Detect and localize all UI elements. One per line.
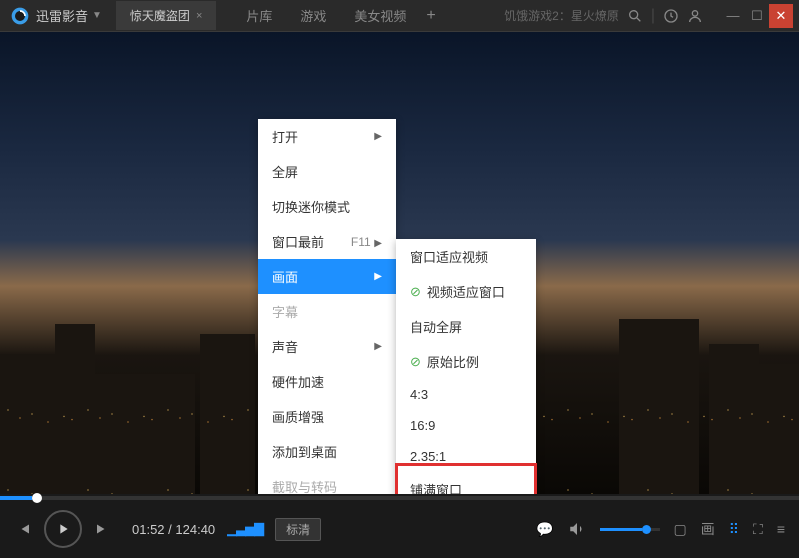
submenu-fitwindow[interactable]: ⊘视频适应窗口 [396, 274, 536, 309]
next-button[interactable] [94, 520, 112, 538]
chevron-right-icon: ▶ [374, 131, 382, 142]
play-button[interactable] [44, 510, 82, 548]
grid-icon[interactable]: ⠿ [729, 521, 739, 538]
menu-fullscreen[interactable]: 全屏 [258, 154, 396, 189]
screenshot-icon[interactable]: ▢ [674, 521, 687, 538]
chevron-right-icon: ▶ [374, 341, 382, 352]
nav-games[interactable]: 游戏 [300, 6, 326, 25]
app-dropdown-icon: ▼ [92, 10, 102, 21]
video-tab[interactable]: 惊天魔盗团 × [116, 1, 216, 30]
search-area: 饥饿游戏2：星火燎原 | — ☐ ✕ [504, 4, 799, 28]
menu-capture[interactable]: 截取与转码 [258, 469, 396, 494]
menu-picture[interactable]: 画面▶ [258, 259, 396, 294]
history-icon[interactable] [663, 8, 679, 24]
submenu-235[interactable]: 2.35:1 [396, 441, 536, 472]
submenu-169[interactable]: 16:9 [396, 410, 536, 441]
menu-enhance[interactable]: 画质增强 [258, 399, 396, 434]
menu-alwaystop[interactable]: 窗口最前F11 ▶ [258, 224, 396, 259]
tab-title: 惊天魔盗团 [130, 7, 190, 24]
check-icon: ⊘ [410, 284, 421, 300]
window-controls: — ☐ ✕ [721, 4, 793, 28]
prev-button[interactable] [14, 520, 32, 538]
volume-thumb[interactable] [642, 525, 651, 534]
maximize-button[interactable]: ☐ [745, 4, 769, 28]
titlebar: 迅雷影音 ▼ 惊天魔盗团 × 片库 游戏 美女视频 + 饥饿游戏2：星火燎原 |… [0, 0, 799, 32]
menu-subtitle[interactable]: 字幕 [258, 294, 396, 329]
quality-badge[interactable]: 标清 [275, 518, 321, 541]
progress-thumb[interactable] [32, 493, 42, 503]
submenu-origratio[interactable]: ⊘原始比例 [396, 344, 536, 379]
menu-audio[interactable]: 声音▶ [258, 329, 396, 364]
nav-links: 片库 游戏 美女视频 [246, 6, 406, 25]
fullscreen-icon[interactable]: ⛶ [753, 521, 763, 538]
player-controls: 01:52 / 124:40 ▁▃▅▇ 标清 💬 ▢ 画 ⠿ ⛶ ≡ [0, 494, 799, 558]
tab-close-icon[interactable]: × [196, 10, 202, 22]
chevron-right-icon: ▶ [374, 271, 382, 282]
submenu-fillwindow[interactable]: 铺满窗口 [396, 472, 536, 494]
nav-add-icon[interactable]: + [426, 7, 435, 25]
menu-hwaccel[interactable]: 硬件加速 [258, 364, 396, 399]
menu-adddesktop[interactable]: 添加到桌面 [258, 434, 396, 469]
user-icon[interactable] [687, 8, 703, 24]
progress-bar[interactable] [0, 496, 799, 500]
submenu-43[interactable]: 4:3 [396, 379, 536, 410]
playlist-icon[interactable]: ≡ [777, 521, 785, 537]
menu-minimode[interactable]: 切换迷你模式 [258, 189, 396, 224]
close-button[interactable]: ✕ [769, 4, 793, 28]
nav-library[interactable]: 片库 [246, 6, 272, 25]
search-placeholder[interactable]: 饥饿游戏2：星火燎原 [504, 7, 619, 24]
menu-open[interactable]: 打开▶ [258, 119, 396, 154]
app-name: 迅雷影音 [36, 6, 88, 25]
signal-icon: ▁▃▅▇ [227, 521, 263, 537]
nav-videos[interactable]: 美女视频 [354, 6, 406, 25]
search-icon[interactable] [627, 8, 643, 24]
caption-icon[interactable]: 💬 [536, 521, 553, 538]
volume-slider[interactable] [600, 528, 660, 531]
check-icon: ⊘ [410, 354, 421, 370]
text-icon[interactable]: 画 [701, 519, 715, 539]
submenu-autofull[interactable]: 自动全屏 [396, 309, 536, 344]
volume-icon[interactable] [568, 520, 586, 538]
app-logo[interactable]: 迅雷影音 ▼ [0, 6, 112, 26]
context-menu: 打开▶ 全屏 切换迷你模式 窗口最前F11 ▶ 画面▶ 字幕 声音▶ 硬件加速 … [258, 119, 396, 494]
time-display: 01:52 / 124:40 [132, 522, 215, 537]
picture-submenu: 窗口适应视频 ⊘视频适应窗口 自动全屏 ⊘原始比例 4:3 16:9 2.35:… [396, 239, 536, 494]
submenu-fitvideo[interactable]: 窗口适应视频 [396, 239, 536, 274]
minimize-button[interactable]: — [721, 4, 745, 28]
chevron-right-icon: ▶ [374, 238, 382, 249]
progress-fill [0, 496, 32, 500]
video-area[interactable]: 打开▶ 全屏 切换迷你模式 窗口最前F11 ▶ 画面▶ 字幕 声音▶ 硬件加速 … [0, 32, 799, 494]
app-logo-icon [10, 6, 30, 26]
